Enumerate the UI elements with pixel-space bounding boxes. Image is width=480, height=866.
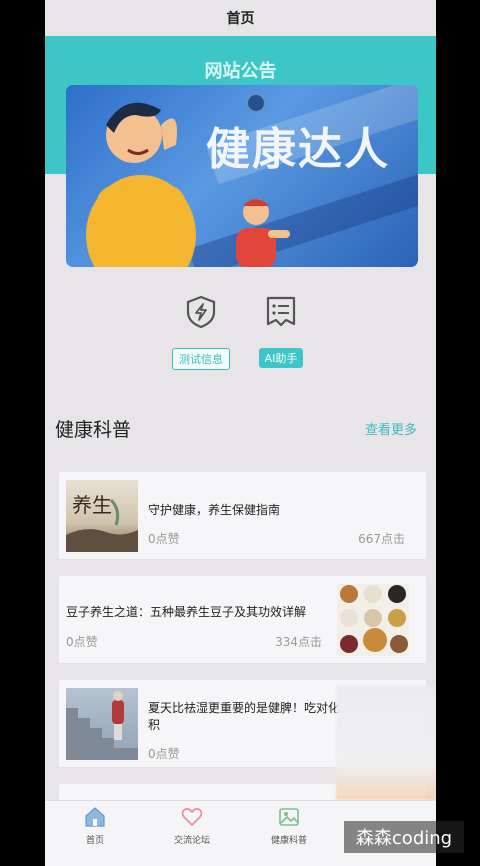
- section-title: 健康科普: [55, 419, 132, 441]
- article-card[interactable]: 豆子养生之道：五种最养生豆子及其功效详解 0点赞 334点击: [59, 576, 426, 663]
- article-card[interactable]: 养生 守护健康，养生保健指南 0点赞 667点击: [59, 472, 426, 559]
- watermark: 森森coding: [344, 821, 464, 853]
- beans-bowls-icon: [340, 585, 408, 653]
- yangsheng-painting-icon: 养生: [66, 493, 138, 552]
- hero-banner-image[interactable]: 健康达人: [66, 85, 418, 267]
- view-more-link[interactable]: 查看更多: [365, 419, 417, 438]
- feature-label: AI助手: [258, 348, 304, 368]
- article-thumbnail: 养生: [66, 480, 138, 552]
- article-likes: 0点赞: [148, 747, 180, 761]
- article-title: 守护健康，养生保健指南: [148, 503, 281, 517]
- top-navbar: 首页: [45, 0, 436, 36]
- article-clicks: 667点击: [358, 532, 405, 546]
- runner-illustration-icon: [86, 102, 196, 267]
- article-clicks: 334点击: [275, 635, 322, 649]
- home-icon: [85, 807, 105, 827]
- section-header: 健康科普 查看更多: [55, 415, 417, 443]
- article-likes: 0点赞: [148, 532, 180, 546]
- feature-label: 测试信息: [172, 348, 230, 370]
- app-screen: 首页 网站公告 健康达人 测试信息 AI助手 健康科普 查看更多 养生 守护健康…: [45, 0, 436, 866]
- article-thumbnail: [66, 688, 138, 760]
- tab-forum[interactable]: 交流论坛: [144, 805, 240, 855]
- article-title: 夏天比祛湿更重要的是健脾！吃对化积: [148, 701, 341, 732]
- thumb-calligraphy: 养生: [72, 493, 112, 517]
- announcement-title: 网站公告: [204, 61, 277, 82]
- tab-health-science[interactable]: 健康科普: [241, 805, 337, 855]
- article-thumbnail: [337, 584, 409, 656]
- feature-row: 测试信息 AI助手: [45, 294, 436, 374]
- list-document-icon: [266, 296, 296, 327]
- watermark-text: 森森coding: [355, 828, 453, 849]
- right-letterbox: [436, 0, 480, 866]
- page-title: 首页: [226, 11, 255, 27]
- shield-lightning-icon: [186, 295, 216, 329]
- tab-home[interactable]: 首页: [47, 805, 143, 855]
- image-icon: [279, 808, 299, 826]
- small-runner-icon: [236, 199, 290, 267]
- tab-label: 交流论坛: [173, 836, 210, 846]
- feature-test-info[interactable]: 测试信息: [166, 294, 236, 374]
- stairs-elder-icon: [66, 691, 138, 760]
- article-title: 豆子养生之道：五种最养生豆子及其功效详解: [66, 605, 307, 619]
- tab-label: 首页: [85, 836, 104, 846]
- blurred-thumbnail: [336, 686, 436, 800]
- article-likes: 0点赞: [66, 635, 98, 649]
- tab-label: 健康科普: [270, 836, 307, 846]
- pin-icon: [246, 93, 266, 113]
- heart-icon: [181, 808, 203, 827]
- feature-ai-assistant[interactable]: AI助手: [246, 294, 316, 374]
- hero-headline: 健康达人: [206, 124, 390, 175]
- left-letterbox: [0, 0, 45, 866]
